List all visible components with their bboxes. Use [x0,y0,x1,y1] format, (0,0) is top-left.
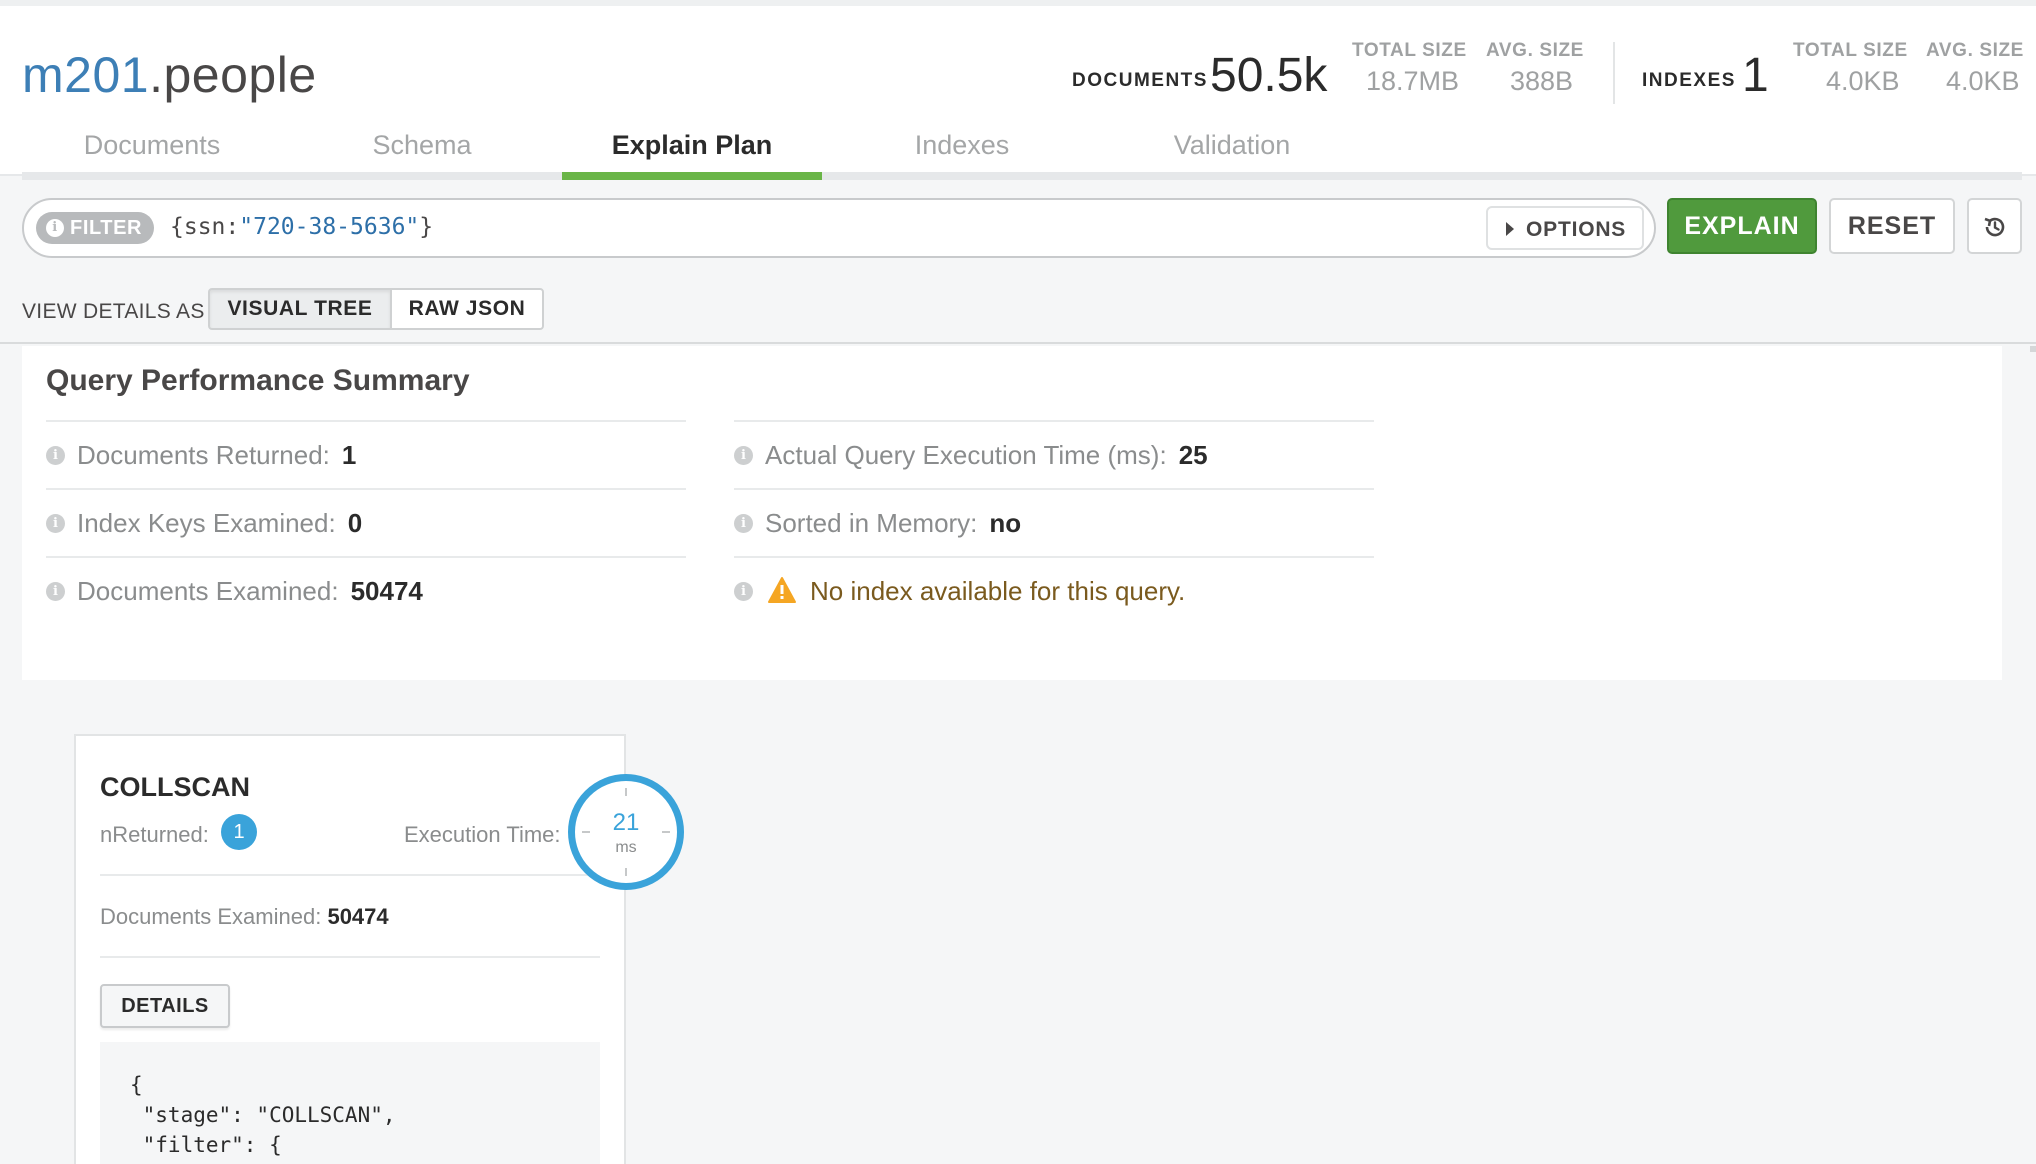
sorted-in-memory-value: no [989,508,1022,538]
documents-label: DOCUMENTS [1072,70,1208,91]
index-keys-label: Index Keys Examined: [77,508,336,538]
summary-row-index-keys: i Index Keys Examined: 0 [46,488,686,556]
namespace-title: m201.people [22,46,317,104]
indexes-count: 1 [1742,49,1769,102]
n-returned-label: nReturned: [100,822,209,847]
divider [100,956,600,958]
docs-returned-value: 1 [341,440,357,470]
execution-time-clock: 21 ms [568,774,684,890]
view-details-bar: VIEW DETAILS AS VISUAL TREE RAW JSON [0,278,2036,344]
documents-avg-size-label: AVG. SIZE [1486,40,1584,61]
documents-total-size: 18.7MB [1366,66,1460,96]
visual-tree-button[interactable]: VISUAL TREE [208,288,392,330]
info-icon: i [46,219,64,237]
namespace-collection: people [163,47,317,103]
execution-time-value: 21 [612,809,640,836]
docs-examined-label: Documents Examined: [77,576,339,606]
summary-row-index-warning: i No index available for this query. [734,556,1374,624]
divider [100,874,600,876]
filter-query-prefix: {ssn: [170,214,240,240]
documents-count: 50.5k [1210,49,1328,102]
summary-title: Query Performance Summary [46,364,470,397]
warning-icon [768,577,796,603]
namespace-database: m201 [22,47,150,103]
summary-item-text: Index Keys Examined: 0 [77,508,362,539]
docs-examined-value: 50474 [350,576,423,606]
json-line: "filter": { [130,1133,282,1157]
execution-time-unit: ms [615,839,637,856]
exec-time-value: 25 [1178,440,1208,470]
no-index-warning: No index available for this query. [810,576,1186,606]
exec-time-label: Actual Query Execution Time (ms): [765,440,1167,470]
tab-documents[interactable]: Documents [22,130,282,180]
filter-input[interactable]: {ssn:"720-38-5636"} [170,214,433,240]
active-tab-indicator [562,172,822,180]
tab-schema[interactable]: Schema [292,130,552,180]
raw-json-button[interactable]: RAW JSON [390,288,544,330]
documents-avg-size: 388B [1510,66,1574,96]
summary-row-sorted-in-memory: i Sorted in Memory: no [734,488,1374,556]
filter-label: FILTER [70,217,143,239]
indexes-total-size-label: TOTAL SIZE [1793,40,1908,61]
docs-returned-label: Documents Returned: [77,440,330,470]
summary-row-docs-examined: i Documents Examined: 50474 [46,556,686,624]
tab-validation[interactable]: Validation [1102,130,1362,180]
summary-item-text: Actual Query Execution Time (ms): 25 [765,440,1208,471]
json-line: { [130,1073,143,1097]
documents-total-size-label: TOTAL SIZE [1352,40,1467,61]
explain-stage-card: COLLSCAN nReturned: 1 Execution Time: Do… [74,734,626,1164]
reset-button[interactable]: RESET [1829,198,1955,254]
filter-label-pill: i FILTER [36,212,154,244]
info-icon[interactable]: i [46,446,65,465]
stage-docs-examined: Documents Examined: 50474 [100,904,389,930]
collection-header: m201.people DOCUMENTS 50.5k TOTAL SIZE 1… [0,6,2036,180]
stage-docs-examined-label: Documents Examined: [100,904,322,929]
details-button[interactable]: DETAILS [100,984,230,1028]
n-returned-badge: 1 [221,814,257,850]
indexes-avg-size: 4.0KB [1946,66,2020,96]
summary-item-text: Documents Returned: 1 [77,440,356,471]
sorted-in-memory-label: Sorted in Memory: [765,508,978,538]
query-history-button[interactable] [1967,198,2022,254]
stage-name: COLLSCAN [100,772,250,802]
stage-details-json: { "stage": "COLLSCAN", "filter": { [100,1042,600,1164]
scrollbar-edge[interactable] [2030,346,2036,352]
query-bar: i FILTER {ssn:"720-38-5636"} OPTIONS [22,198,1656,258]
summary-item-text: Documents Examined: 50474 [77,576,423,607]
execution-time-label: Execution Time: [404,822,561,847]
summary-item-text: Sorted in Memory: no [765,508,1021,539]
stage-docs-examined-value: 50474 [327,904,389,929]
tab-indexes[interactable]: Indexes [832,130,1092,180]
json-line: "stage": "COLLSCAN", [130,1103,396,1127]
namespace-separator: . [149,47,164,103]
filter-query-suffix: } [419,214,434,240]
view-details-label: VIEW DETAILS AS [22,300,205,323]
summary-row-docs-returned: i Documents Returned: 1 [46,420,686,488]
info-icon[interactable]: i [734,514,753,533]
explain-button[interactable]: EXPLAIN [1667,198,1817,254]
info-icon[interactable]: i [734,446,753,465]
stage-json-text: { "stage": "COLLSCAN", "filter": { [130,1070,396,1160]
info-icon[interactable]: i [46,514,65,533]
info-icon[interactable]: i [46,582,65,601]
caret-right-icon [1506,222,1514,236]
history-icon [1984,217,2005,237]
index-keys-value: 0 [347,508,363,538]
query-performance-summary: Query Performance Summary i Documents Re… [22,346,2002,680]
filter-query-value: "720-38-5636" [239,214,420,240]
collection-tabs: Documents Schema Explain Plan Indexes Va… [22,122,2022,180]
summary-row-exec-time: i Actual Query Execution Time (ms): 25 [734,420,1374,488]
stats-divider [1613,42,1615,104]
info-icon[interactable]: i [734,582,753,601]
options-button[interactable]: OPTIONS [1486,206,1644,250]
indexes-total-size: 4.0KB [1826,66,1900,96]
options-label: OPTIONS [1526,218,1627,241]
indexes-avg-size-label: AVG. SIZE [1926,40,2024,61]
indexes-label: INDEXES [1642,70,1736,91]
